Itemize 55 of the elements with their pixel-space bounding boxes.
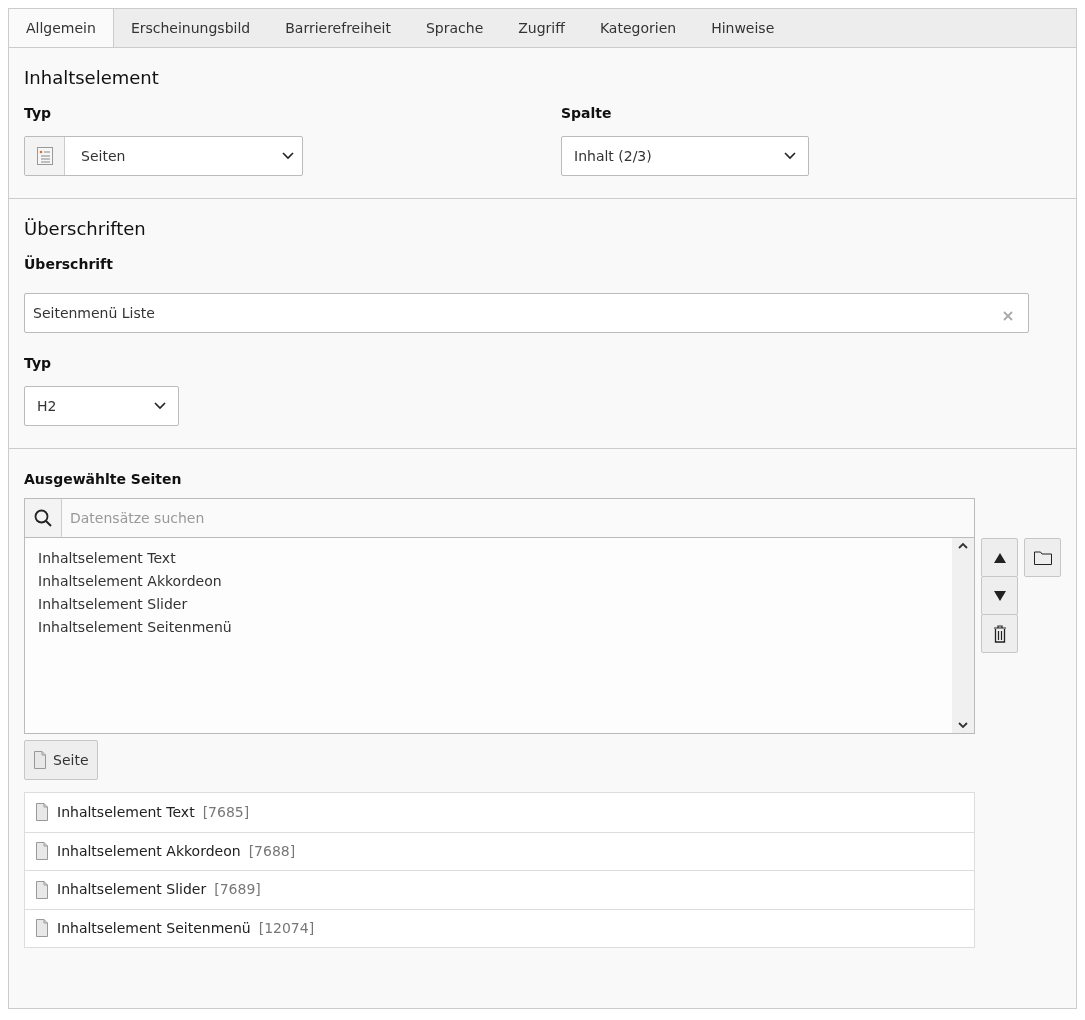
- record-id: [12074]: [258, 918, 315, 938]
- chevron-down-icon: [784, 152, 796, 160]
- move-up-button[interactable]: [981, 538, 1018, 577]
- page-icon: [35, 842, 49, 861]
- triangle-up-icon: [993, 552, 1006, 563]
- folder-button[interactable]: [1024, 538, 1061, 577]
- chevron-up-icon: [958, 542, 968, 549]
- column-select[interactable]: Inhalt (2/3): [561, 136, 809, 176]
- field-label: Typ: [24, 104, 53, 123]
- add-page-button[interactable]: Seite: [24, 740, 98, 780]
- folder-icon: [1033, 550, 1052, 565]
- tab[interactable]: Hinweise: [694, 9, 793, 47]
- record-title: Inhaltselement Akkordeon: [57, 841, 241, 861]
- triangle-down-icon: [993, 590, 1006, 601]
- record-title: Inhaltselement Seitenmenü: [57, 918, 251, 938]
- header-input-field[interactable]: Seitenmenü Liste: [24, 293, 1029, 333]
- header-type-select[interactable]: H2: [24, 386, 179, 426]
- record-id: [7688]: [248, 841, 296, 861]
- scrollbar[interactable]: [952, 538, 974, 733]
- record-id: [7685]: [202, 802, 250, 822]
- page-icon: [35, 919, 49, 938]
- tab[interactable]: Kategorien: [582, 9, 695, 47]
- type-select[interactable]: Seiten: [24, 136, 303, 176]
- tab[interactable]: Sprache: [408, 9, 502, 47]
- delete-button[interactable]: [981, 614, 1018, 653]
- list-item[interactable]: Inhaltselement Akkordeon: [38, 570, 939, 593]
- list-item[interactable]: Inhaltselement Slider: [38, 593, 939, 616]
- record-id: [7689]: [214, 880, 261, 900]
- search-icon: [34, 509, 52, 527]
- section-heading: Inhaltselement: [24, 66, 160, 90]
- page-icon: [33, 751, 47, 769]
- section-heading: Überschriften: [24, 217, 147, 241]
- field-label: Spalte: [561, 104, 613, 123]
- move-down-button[interactable]: [981, 576, 1018, 615]
- field-label: Überschrift: [24, 254, 114, 274]
- record-title: Inhaltselement Text: [57, 802, 195, 822]
- page-icon: [35, 803, 49, 822]
- record-title: Inhaltselement Slider: [57, 880, 207, 900]
- tab[interactable]: Allgemein: [8, 8, 114, 47]
- trash-icon: [992, 624, 1007, 643]
- selected-pages-list[interactable]: Inhaltselement Text Inhaltselement Akkordeon Inhaltselement Slider Inhaltselement Seitenmenü: [24, 538, 975, 734]
- field-label: Typ: [24, 354, 53, 373]
- tab[interactable]: Zugriff: [501, 9, 583, 47]
- list-item[interactable]: Inhaltselement Text: [38, 547, 939, 570]
- chevron-down-icon: [958, 722, 968, 729]
- list-item[interactable]: Inhaltselement Seitenmenü: [38, 616, 939, 639]
- field-label: Ausgewählte Seiten: [24, 470, 183, 489]
- tab[interactable]: Barrierefreiheit: [268, 9, 409, 47]
- search-field[interactable]: Datensätze suchen: [62, 498, 975, 538]
- close-icon: [1003, 311, 1013, 321]
- list-icon: [36, 147, 53, 165]
- page-icon: [35, 880, 49, 899]
- chevron-down-icon: [154, 402, 166, 410]
- tab[interactable]: Erscheinungsbild: [113, 9, 269, 47]
- chevron-down-icon: [282, 152, 294, 160]
